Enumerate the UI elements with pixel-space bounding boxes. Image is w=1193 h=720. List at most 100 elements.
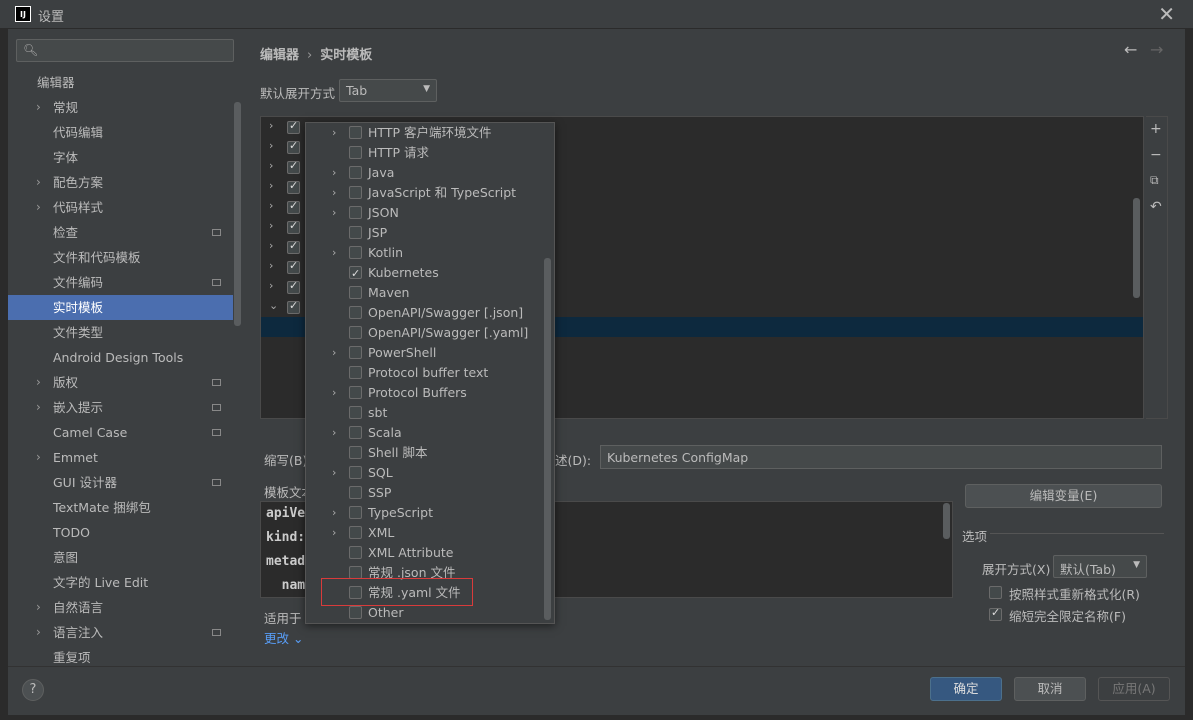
tree-row-checkbox[interactable] <box>287 139 300 154</box>
sidebar-item[interactable]: 字体 <box>8 145 233 170</box>
popup-scrollbar[interactable] <box>544 258 551 620</box>
reformat-checkbox[interactable] <box>989 586 1002 599</box>
context-item-checkbox[interactable] <box>349 126 362 139</box>
context-item[interactable]: › Kotlin <box>306 243 544 263</box>
sidebar-item[interactable]: 意图 <box>8 545 233 570</box>
context-item[interactable]: XML Attribute <box>306 543 544 563</box>
chevron-right-icon[interactable]: › <box>332 183 336 203</box>
sidebar-item[interactable]: 文件和代码模板 <box>8 245 233 270</box>
context-item[interactable]: HTTP 请求 <box>306 143 544 163</box>
chevron-right-icon[interactable]: › <box>332 383 336 403</box>
context-item-checkbox[interactable] <box>349 186 362 199</box>
close-icon[interactable]: ✕ <box>1158 2 1175 26</box>
tree-row-checkbox[interactable] <box>287 199 300 214</box>
template-scrollbar[interactable] <box>943 503 950 539</box>
context-item-checkbox[interactable] <box>349 506 362 519</box>
sidebar-item[interactable]: › 嵌入提示 <box>8 395 233 420</box>
chevron-right-icon[interactable]: › <box>269 139 273 152</box>
context-item[interactable]: Other <box>306 603 544 623</box>
context-item[interactable]: › JavaScript 和 TypeScript <box>306 183 544 203</box>
context-item[interactable]: › XML <box>306 523 544 543</box>
chevron-right-icon[interactable]: › <box>269 279 273 292</box>
chevron-right-icon[interactable]: › <box>332 423 336 443</box>
breadcrumb-parent[interactable]: 编辑器 <box>260 48 299 63</box>
apply-button[interactable]: 应用(A) <box>1098 677 1170 701</box>
tree-row-checkbox[interactable] <box>287 299 300 314</box>
ok-button[interactable]: 确定 <box>930 677 1002 701</box>
context-item[interactable]: sbt <box>306 403 544 423</box>
context-item[interactable]: Maven <box>306 283 544 303</box>
tree-row-checkbox[interactable] <box>287 119 300 134</box>
sidebar-item[interactable]: › Emmet <box>8 445 233 470</box>
chevron-right-icon[interactable]: › <box>269 159 273 172</box>
context-item-checkbox[interactable] <box>349 486 362 499</box>
chevron-right-icon[interactable]: › <box>36 195 41 220</box>
context-item[interactable]: › TypeScript <box>306 503 544 523</box>
context-item-checkbox[interactable] <box>349 226 362 239</box>
sidebar-item[interactable]: 文件编码 <box>8 270 233 295</box>
chevron-right-icon[interactable]: › <box>36 620 41 645</box>
sidebar-item[interactable]: TODO <box>8 520 233 545</box>
chevron-right-icon[interactable]: › <box>269 199 273 212</box>
sidebar-item[interactable]: 实时模板 <box>8 295 233 320</box>
sidebar-item[interactable]: 编辑器 <box>8 70 233 95</box>
context-item-checkbox[interactable] <box>349 386 362 399</box>
context-item[interactable]: › Protocol Buffers <box>306 383 544 403</box>
sidebar-item[interactable]: › 配色方案 <box>8 170 233 195</box>
context-item-checkbox[interactable] <box>349 606 362 619</box>
context-item-checkbox[interactable] <box>349 306 362 319</box>
chevron-right-icon[interactable]: › <box>332 163 336 183</box>
context-item-checkbox[interactable] <box>349 246 362 259</box>
context-item[interactable]: › PowerShell <box>306 343 544 363</box>
sidebar-item[interactable]: 文件类型 <box>8 320 233 345</box>
expand-with-select[interactable]: 默认(Tab) ▼ <box>1053 555 1147 578</box>
context-item-checkbox[interactable] <box>349 546 362 559</box>
context-item[interactable]: Protocol buffer text <box>306 363 544 383</box>
context-item[interactable]: › HTTP 客户端环境文件 <box>306 123 544 143</box>
context-item[interactable]: › SQL <box>306 463 544 483</box>
tree-row-checkbox[interactable] <box>287 219 300 234</box>
forward-arrow-icon[interactable]: → <box>1150 40 1163 59</box>
remove-icon[interactable]: − <box>1150 147 1162 163</box>
chevron-right-icon[interactable]: › <box>332 343 336 363</box>
chevron-right-icon[interactable]: › <box>36 370 41 395</box>
revert-icon[interactable]: ↶ <box>1150 199 1162 215</box>
sidebar-item[interactable]: 文字的 Live Edit <box>8 570 233 595</box>
context-item-checkbox[interactable] <box>349 526 362 539</box>
sidebar-item[interactable]: 检查 <box>8 220 233 245</box>
sidebar-item[interactable]: › 代码样式 <box>8 195 233 220</box>
context-item-checkbox[interactable] <box>349 286 362 299</box>
context-item-checkbox[interactable] <box>349 426 362 439</box>
sidebar-item[interactable]: › 自然语言 <box>8 595 233 620</box>
tree-row-checkbox[interactable] <box>287 279 300 294</box>
chevron-right-icon[interactable]: › <box>332 463 336 483</box>
context-item-checkbox[interactable] <box>349 346 362 359</box>
add-icon[interactable]: + <box>1150 121 1162 137</box>
context-item[interactable]: SSP <box>306 483 544 503</box>
chevron-right-icon[interactable]: › <box>269 239 273 252</box>
chevron-right-icon[interactable]: › <box>36 445 41 470</box>
context-item-checkbox[interactable] <box>349 206 362 219</box>
copy-icon[interactable]: ⧉ <box>1150 173 1159 188</box>
context-item[interactable]: › Java <box>306 163 544 183</box>
chevron-right-icon[interactable]: › <box>332 523 336 543</box>
sidebar-item[interactable]: Android Design Tools <box>8 345 233 370</box>
chevron-right-icon[interactable]: › <box>36 95 41 120</box>
sidebar-item[interactable]: GUI 设计器 <box>8 470 233 495</box>
sidebar-item[interactable]: › 版权 <box>8 370 233 395</box>
tree-row-checkbox[interactable] <box>287 259 300 274</box>
edit-variables-button[interactable]: 编辑变量(E) <box>965 484 1162 508</box>
chevron-right-icon[interactable]: › <box>269 179 273 192</box>
sidebar-item[interactable]: 代码编辑 <box>8 120 233 145</box>
chevron-right-icon[interactable]: › <box>269 219 273 232</box>
description-input[interactable]: Kubernetes ConfigMap <box>600 445 1162 469</box>
sidebar-item[interactable]: TextMate 捆绑包 <box>8 495 233 520</box>
chevron-right-icon[interactable]: › <box>332 123 336 143</box>
help-button[interactable]: ? <box>22 679 44 701</box>
sidebar-item[interactable]: Camel Case <box>8 420 233 445</box>
context-item-checkbox[interactable] <box>349 326 362 339</box>
context-item[interactable]: › JSON <box>306 203 544 223</box>
default-expand-select[interactable]: Tab ▼ <box>339 79 437 102</box>
change-context-link[interactable]: 更改 ⌄ <box>264 628 303 647</box>
chevron-right-icon[interactable]: › <box>332 243 336 263</box>
